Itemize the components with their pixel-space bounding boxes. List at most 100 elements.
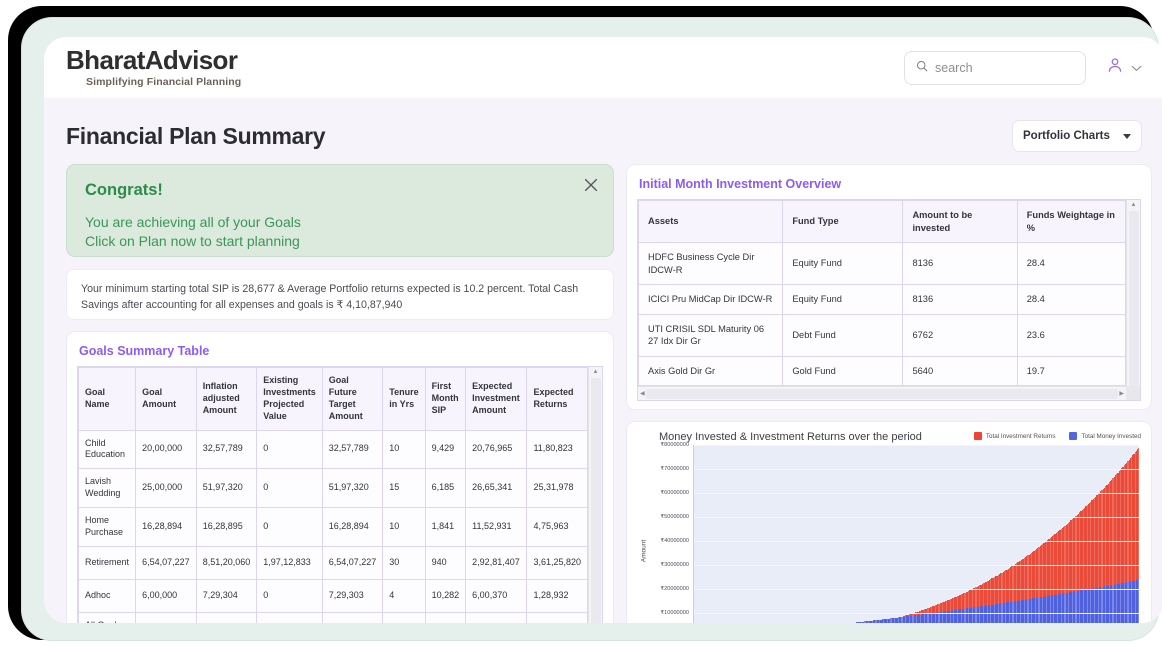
chart-plot-area: Amount ₹0₹10000000₹20000000₹30000000₹400… (637, 442, 1141, 623)
goals-cell: 2,92,81,407 (465, 545, 528, 580)
goals-col-inflation-adjusted: Inflation adjusted Amount (195, 367, 258, 431)
goals-cell: 1,28,932 (526, 578, 588, 613)
dashboard-body: Congrats! You are achieving all of your … (44, 158, 1162, 623)
summary-info-note: Your minimum starting total SIP is 28,67… (66, 269, 614, 320)
goals-col-existing-investments: Existing Investments Projected Value (256, 367, 323, 431)
goals-cell: 51,97,320 (321, 468, 384, 508)
goals-col-goal-name: Goal Name (78, 367, 137, 431)
scrollbar-thumb[interactable] (645, 388, 1119, 399)
chart-y-tick-label: ₹20000000 (660, 586, 689, 593)
top-navigation-bar: BharatAdvisor Simplifying Financial Plan… (44, 37, 1162, 98)
scroll-right-arrow-icon[interactable]: ▶ (1119, 389, 1124, 399)
goals-cell: 32,57,789 (195, 429, 258, 470)
legend-item-invested[interactable]: Total Money Invested (1069, 432, 1141, 441)
user-menu[interactable] (1106, 56, 1142, 79)
goals-cell: 30 (382, 545, 426, 580)
brand-logo[interactable]: BharatAdvisor Simplifying Financial Plan… (66, 47, 241, 88)
goals-cell: 1,97,12,833 (256, 611, 323, 623)
scroll-up-arrow-icon[interactable]: ▲ (1131, 200, 1137, 210)
inv-cell: 8136 (902, 284, 1018, 315)
search-box[interactable] (904, 50, 1086, 85)
goals-cell: 16,28,894 (135, 507, 197, 547)
goals-cell: 32,57,789 (321, 429, 384, 470)
portfolio-charts-dropdown-label: Portfolio Charts (1023, 130, 1110, 142)
scroll-left-arrow-icon[interactable]: ◀ (640, 389, 645, 399)
scrollbar-corner (1126, 386, 1140, 401)
investment-table-scroll-container[interactable]: Assets Fund Type Amount to be invested F… (637, 199, 1141, 402)
congrats-line-1: You are achieving all of your Goals (85, 214, 301, 230)
goals-cell: Child Education (78, 429, 137, 470)
inv-cell: 8136 (902, 242, 1018, 286)
table-row: Home Purchase 16,28,894 16,28,895 0 16,2… (78, 507, 588, 547)
goals-cell: 10 (382, 507, 426, 547)
goals-col-expected-returns: Expected Returns (526, 367, 588, 431)
goals-table-scroll-container[interactable]: Goal Name Goal Amount Inflation adjusted… (77, 366, 603, 623)
goals-summary-table: Goal Name Goal Amount Inflation adjusted… (78, 367, 588, 623)
investment-table-body: HDFC Business Cycle Dir IDCW-R Equity Fu… (638, 242, 1127, 387)
goals-cell: Lavish Wedding (78, 468, 137, 508)
close-icon[interactable] (582, 176, 600, 194)
device-frame: BharatAdvisor Simplifying Financial Plan… (8, 6, 1162, 640)
chart-y-tick-label: ₹30000000 (660, 562, 689, 569)
page-header: Financial Plan Summary Portfolio Charts (44, 98, 1162, 158)
goals-cell: 0 (256, 468, 323, 508)
chart-bar-series (694, 445, 1139, 623)
goals-cell: 25,00,000 (135, 468, 197, 508)
goals-table-vertical-scrollbar[interactable]: ▲ ▼ (588, 367, 602, 623)
inv-col-assets: Assets (638, 200, 784, 244)
goals-col-goal-amount: Goal Amount (135, 367, 197, 431)
goals-col-expected-investment: Expected Investment Amount (465, 367, 528, 431)
chart-header: Money Invested & Investment Returns over… (637, 430, 1141, 443)
chart-y-tick-label: ₹10000000 (660, 610, 689, 617)
caret-down-icon (1123, 133, 1131, 139)
goals-cell: 15 (382, 468, 426, 508)
goals-table-body: Child Education 20,00,000 32,57,789 0 32… (78, 429, 588, 623)
initial-investment-card: Initial Month Investment Overview Assets… (626, 164, 1152, 411)
chart-y-tick-label: ₹50000000 (660, 514, 689, 521)
goals-cell: 10,282 (424, 578, 467, 613)
goals-cell: Retirement (78, 545, 137, 580)
goals-cell: 6,185 (424, 468, 467, 508)
inv-cell: 28.4 (1016, 284, 1127, 315)
goals-cell: 6,54,07,227 (135, 545, 197, 580)
legend-swatch-blue (1069, 432, 1078, 441)
portfolio-charts-dropdown[interactable]: Portfolio Charts (1012, 120, 1142, 152)
scrollbar-thumb[interactable] (1128, 211, 1139, 390)
search-input[interactable] (935, 60, 1074, 75)
chart-y-tick-label: ₹80000000 (660, 442, 689, 449)
chart-bars-region (693, 445, 1139, 623)
left-column: Congrats! You are achieving all of your … (66, 164, 614, 623)
investment-table-horizontal-scrollbar[interactable]: ◀ ▶ (638, 386, 1126, 401)
initial-investment-table: Assets Fund Type Amount to be invested F… (638, 200, 1127, 387)
investment-table-vertical-scrollbar[interactable]: ▲ ▼ (1126, 200, 1140, 401)
goals-cell (382, 611, 426, 623)
table-row: All Goals Combined 7,21,36,122 9,59,33,3… (78, 611, 588, 623)
goals-col-tenure: Tenure in Yrs (382, 367, 426, 431)
inv-cell: 23.6 (1016, 313, 1127, 357)
inv-col-funds-weightage: Funds Weightage in % (1016, 200, 1127, 244)
scrollbar-thumb[interactable] (590, 378, 601, 623)
goals-cell: 7,29,303 (321, 578, 384, 613)
goals-summary-card: Goals Summary Table Goal Name Goal Amoun… (66, 331, 614, 623)
legend-item-returns[interactable]: Total Investment Returns (973, 432, 1055, 441)
inv-cell: ICICI Pru MidCap Dir IDCW-R (638, 284, 784, 315)
table-row: HDFC Business Cycle Dir IDCW-R Equity Fu… (638, 242, 1127, 286)
goals-cell: 16,28,894 (321, 507, 384, 547)
chart-gridline (694, 541, 1139, 543)
goals-cell: 7,29,304 (195, 578, 258, 613)
scroll-up-arrow-icon[interactable]: ▲ (593, 367, 599, 377)
inv-cell: 19.7 (1016, 355, 1127, 387)
user-avatar-icon (1106, 56, 1124, 79)
inv-cell: 6762 (902, 313, 1018, 357)
goals-cell: 7,21,36,122 (135, 611, 197, 623)
goals-cell: 16,28,895 (195, 507, 258, 547)
chart-gridline (694, 517, 1139, 519)
goals-summary-title: Goals Summary Table (79, 344, 210, 358)
app-window: BharatAdvisor Simplifying Financial Plan… (44, 37, 1162, 623)
table-row: Adhoc 6,00,000 7,29,304 0 7,29,303 4 10,… (78, 578, 588, 613)
chart-y-tick-label: ₹40000000 (660, 538, 689, 545)
initial-investment-title: Initial Month Investment Overview (639, 177, 842, 191)
inv-col-fund-type: Fund Type (782, 200, 904, 244)
chart-y-tick-label: ₹60000000 (660, 490, 689, 497)
investment-table-header-row: Assets Fund Type Amount to be invested F… (638, 200, 1127, 244)
